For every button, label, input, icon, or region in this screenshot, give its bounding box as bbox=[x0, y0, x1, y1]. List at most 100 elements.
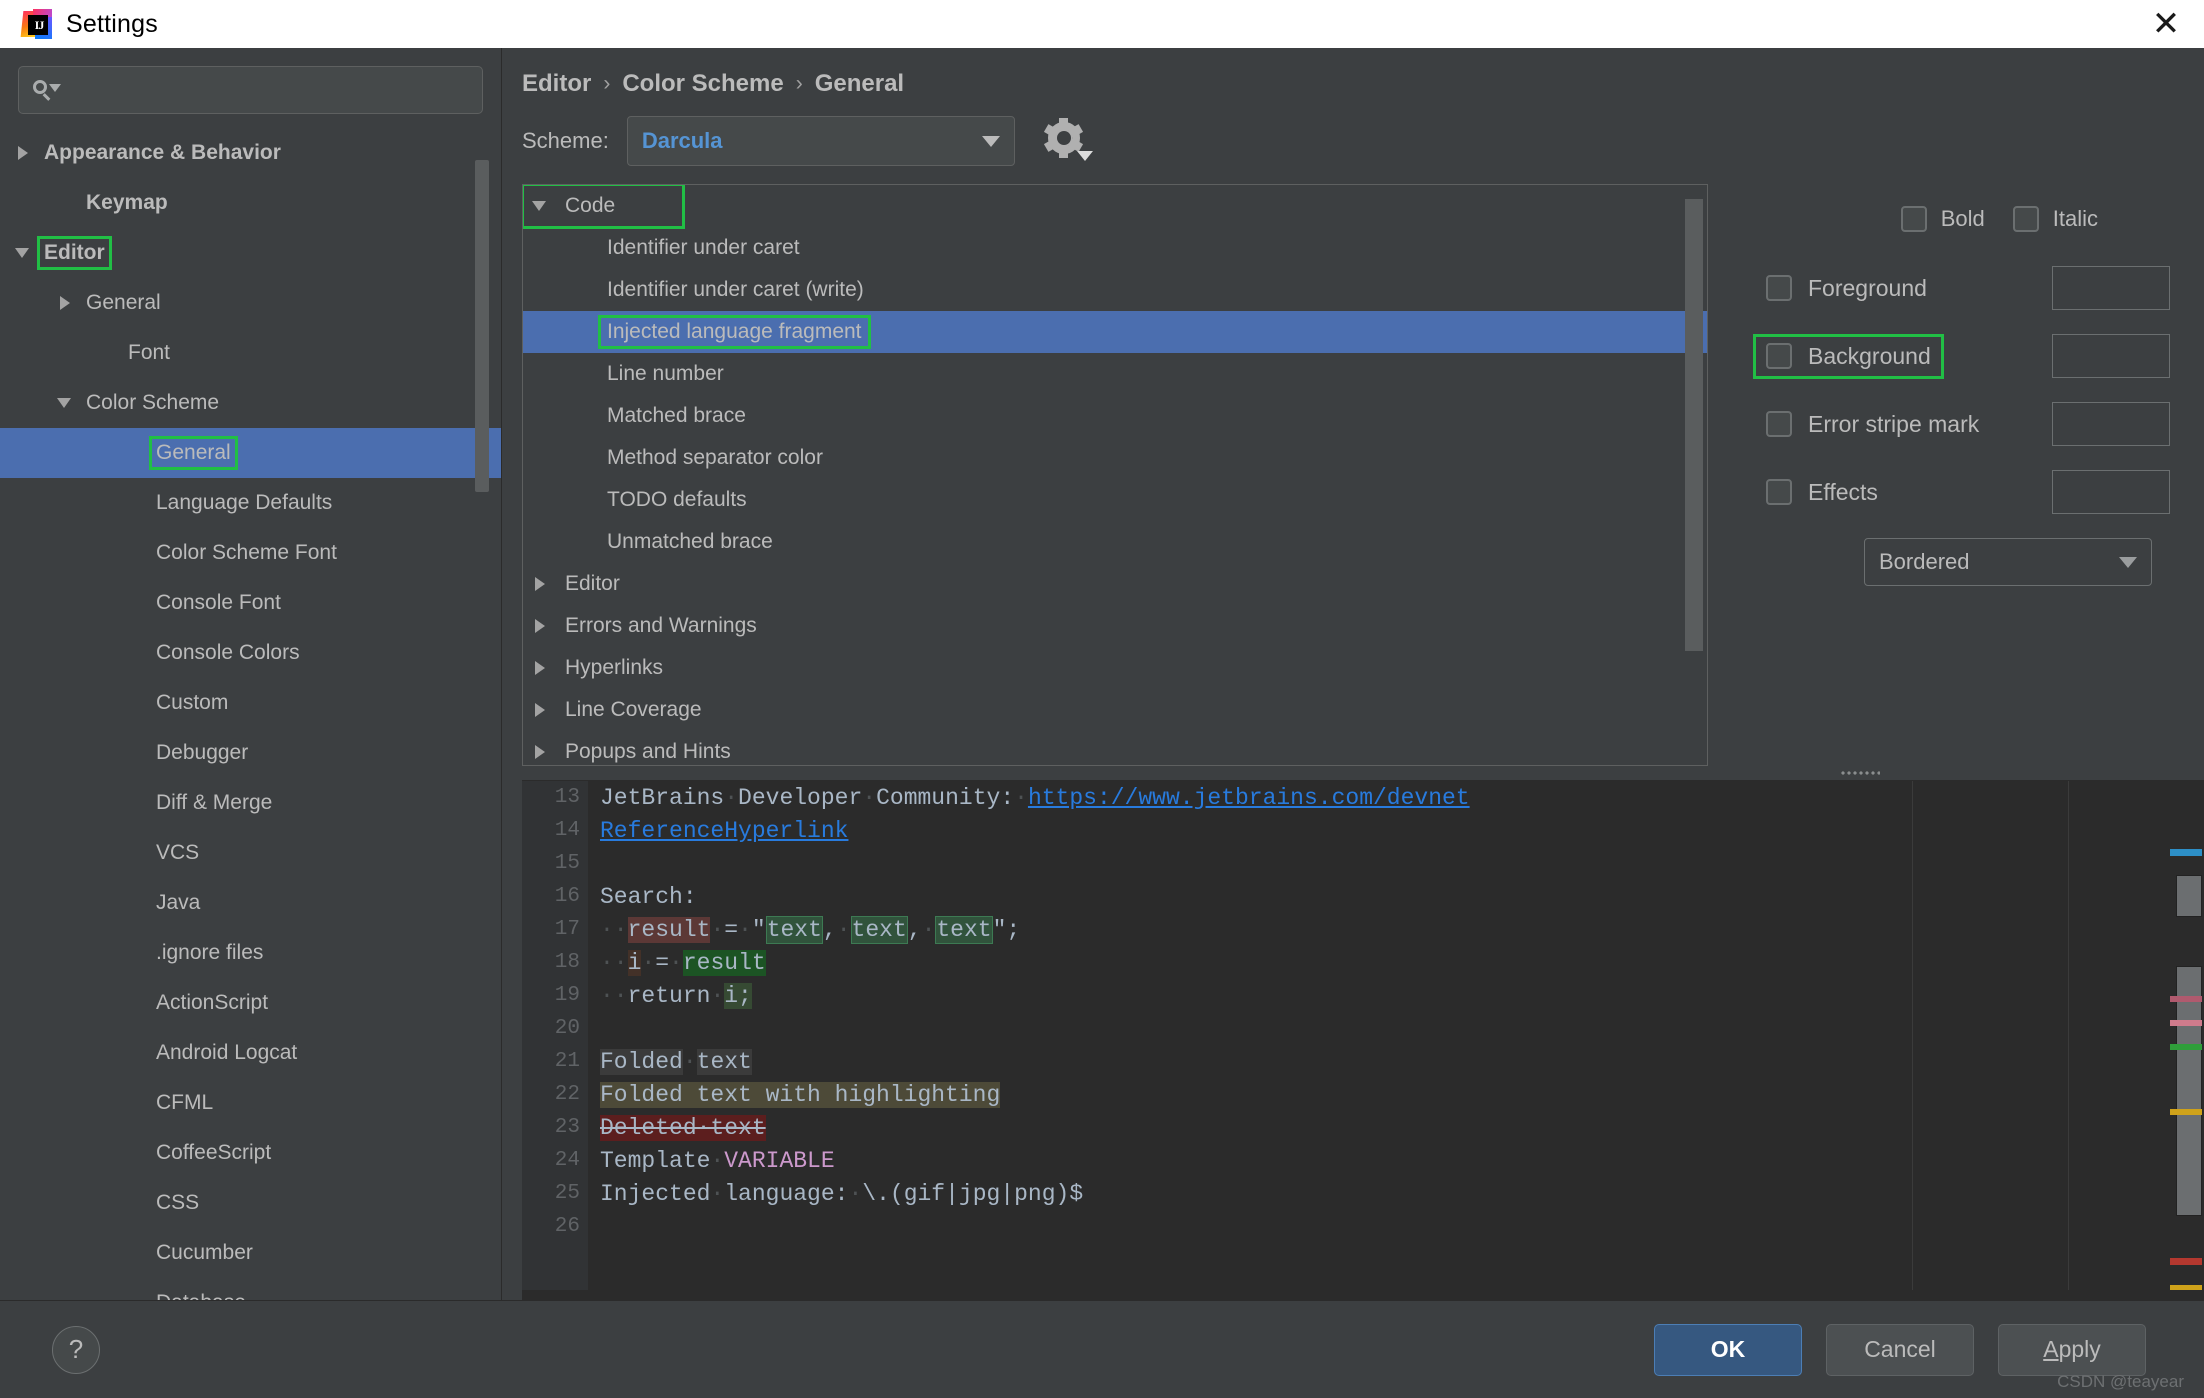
sidebar-item-label: CSS bbox=[156, 1191, 200, 1214]
sidebar-item-actionscript[interactable]: ActionScript bbox=[0, 978, 501, 1028]
error-stripe-bar[interactable] bbox=[2168, 781, 2204, 1300]
sidebar-item-ignore-files[interactable]: .ignore files bbox=[0, 928, 501, 978]
code-token: return bbox=[627, 982, 711, 1009]
sidebar-item-keymap[interactable]: Keymap bbox=[0, 178, 501, 228]
sidebar-item-console-font[interactable]: Console Font bbox=[0, 578, 501, 628]
breadcrumb-part[interactable]: General bbox=[815, 70, 904, 98]
sidebar-item-java[interactable]: Java bbox=[0, 878, 501, 928]
checkbox-box bbox=[2012, 206, 2039, 232]
color-tree-item-popups-and-hints[interactable]: Popups and Hints bbox=[523, 731, 1707, 765]
italic-checkbox[interactable]: Italic bbox=[2012, 206, 2098, 232]
color-tree-item-editor[interactable]: Editor bbox=[523, 563, 1707, 605]
scheme-select[interactable]: Darcula bbox=[626, 116, 1015, 166]
error-stripe-mark[interactable] bbox=[2170, 1258, 2202, 1265]
color-tree-item-hyperlinks[interactable]: Hyperlinks bbox=[523, 647, 1707, 689]
sidebar-item-language-defaults[interactable]: Language Defaults bbox=[0, 478, 501, 528]
color-tree-scrollbar-thumb[interactable] bbox=[1685, 199, 1703, 651]
code-token: VARIABLE bbox=[724, 1147, 835, 1174]
sidebar-tree: Appearance & Behavior Keymap Editor General… bbox=[0, 124, 501, 1300]
sidebar-item-custom[interactable]: Custom bbox=[0, 678, 501, 728]
sidebar-item-label: Font bbox=[128, 341, 171, 364]
ok-button[interactable]: OK bbox=[1654, 1323, 1802, 1376]
cancel-button[interactable]: Cancel bbox=[1826, 1323, 1974, 1376]
sidebar-item-label: Editor bbox=[37, 236, 112, 270]
color-tree-item-injected-language-fragment[interactable]: Injected language fragment bbox=[523, 311, 1707, 353]
preview-horizontal-scrollbar[interactable] bbox=[522, 1290, 2204, 1300]
close-icon[interactable]: ✕ bbox=[2146, 4, 2186, 44]
color-tree-item-code[interactable]: Code bbox=[523, 185, 685, 229]
color-tree-item-identifier-under-caret-write[interactable]: Identifier under caret (write) bbox=[523, 269, 1707, 311]
line-number: 18 bbox=[554, 951, 580, 974]
splitter[interactable] bbox=[502, 766, 2204, 780]
search-container bbox=[0, 48, 501, 124]
gear-icon[interactable] bbox=[1043, 118, 1093, 163]
color-tree-item-label: Identifier under caret bbox=[607, 236, 800, 259]
code-token: \.(gif|jpg|png)$ bbox=[862, 1180, 1084, 1207]
color-tree-item-matched-brace[interactable]: Matched brace bbox=[523, 395, 1707, 437]
sidebar-item-appearance-behavior[interactable]: Appearance & Behavior bbox=[0, 128, 501, 178]
color-tree-item-identifier-under-caret[interactable]: Identifier under caret bbox=[523, 227, 1707, 269]
sidebar-item-label: CoffeeScript bbox=[156, 1141, 272, 1164]
sidebar-item-font[interactable]: Font bbox=[0, 328, 501, 378]
color-tree-item-line-coverage[interactable]: Line Coverage bbox=[523, 689, 1707, 731]
sidebar-item-color-scheme-font[interactable]: Color Scheme Font bbox=[0, 528, 501, 578]
sidebar-item-database[interactable]: Database bbox=[0, 1278, 501, 1300]
effects-color-swatch[interactable] bbox=[2052, 470, 2170, 514]
sidebar-item-diff-merge[interactable]: Diff & Merge bbox=[0, 778, 501, 828]
search-input[interactable] bbox=[61, 78, 470, 102]
code-preview[interactable]: 13 JetBrains·Developer·Community:·https:/… bbox=[522, 780, 2204, 1300]
sidebar-item-general[interactable]: General bbox=[0, 428, 501, 478]
effect-type-select[interactable]: Bordered bbox=[1864, 538, 2152, 586]
code-line: 15 bbox=[555, 847, 2204, 880]
code-token: JetBrains bbox=[600, 784, 725, 811]
foreground-color-swatch[interactable] bbox=[2052, 266, 2170, 310]
sidebar-item-label: General bbox=[149, 436, 238, 470]
foreground-checkbox[interactable]: Foreground bbox=[1756, 269, 1937, 308]
color-tree-item-unmatched-brace[interactable]: Unmatched brace bbox=[523, 521, 1707, 563]
error-stripe-mark-color-swatch[interactable] bbox=[2052, 402, 2170, 446]
sidebar-item-console-colors[interactable]: Console Colors bbox=[0, 628, 501, 678]
color-tree-item-label: Line Coverage bbox=[565, 698, 702, 721]
color-tree-item-label: Popups and Hints bbox=[565, 740, 731, 763]
effects-checkbox[interactable]: Effects bbox=[1756, 473, 1888, 512]
color-tree-item-todo-defaults[interactable]: TODO defaults bbox=[523, 479, 1707, 521]
color-tree-item-errors-and-warnings[interactable]: Errors and Warnings bbox=[523, 605, 1707, 647]
sidebar-item-general[interactable]: General bbox=[0, 278, 501, 328]
background-checkbox[interactable]: Background bbox=[1753, 333, 1944, 379]
code-text: Folded·text bbox=[588, 1048, 752, 1075]
bold-checkbox[interactable]: Bold bbox=[1900, 206, 1985, 232]
sidebar-item-cfml[interactable]: CFML bbox=[0, 1078, 501, 1128]
help-icon[interactable]: ? bbox=[52, 1325, 100, 1374]
error-stripe-mark[interactable] bbox=[2170, 849, 2202, 856]
sidebar-item-editor[interactable]: Editor bbox=[0, 228, 501, 278]
breadcrumb-part[interactable]: Color Scheme bbox=[622, 70, 783, 98]
sidebar-item-color-scheme[interactable]: Color Scheme bbox=[0, 378, 501, 428]
color-tree-item-line-number[interactable]: Line number bbox=[523, 353, 1707, 395]
sidebar-item-debugger[interactable]: Debugger bbox=[0, 728, 501, 778]
color-tree-item-method-separator-color[interactable]: Method separator color bbox=[523, 437, 1707, 479]
error-stripe-mark[interactable] bbox=[2170, 996, 2202, 1002]
sidebar-item-cucumber[interactable]: Cucumber bbox=[0, 1228, 501, 1278]
preview-scrollbar-thumb-top[interactable] bbox=[2176, 875, 2202, 917]
background-color-swatch[interactable] bbox=[2052, 334, 2170, 378]
sidebar-item-android-logcat[interactable]: Android Logcat bbox=[0, 1028, 501, 1078]
code-token: result bbox=[627, 916, 711, 943]
apply-button[interactable]: Apply bbox=[1998, 1323, 2146, 1376]
breadcrumb-part[interactable]: Editor bbox=[522, 70, 591, 98]
error-stripe-mark[interactable] bbox=[2170, 1109, 2202, 1115]
code-line: 26 bbox=[555, 1210, 2204, 1243]
preview-scrollbar-thumb[interactable] bbox=[2176, 966, 2202, 1216]
code-token: · bbox=[724, 784, 739, 811]
search-box[interactable] bbox=[18, 66, 483, 114]
sidebar-item-coffeescript[interactable]: CoffeeScript bbox=[0, 1128, 501, 1178]
error-stripe-mark[interactable] bbox=[2170, 1044, 2202, 1050]
error-stripe-mark-checkbox[interactable]: Error stripe mark bbox=[1756, 405, 1989, 444]
code-line: 19 ··return·i; bbox=[555, 979, 2204, 1012]
sidebar-item-vcs[interactable]: VCS bbox=[0, 828, 501, 878]
splitter-grip-icon bbox=[1840, 770, 1880, 776]
checkbox-box bbox=[1766, 275, 1792, 301]
sidebar-item-label: ActionScript bbox=[156, 991, 269, 1014]
error-stripe-mark[interactable] bbox=[2170, 1020, 2202, 1026]
sidebar-item-css[interactable]: CSS bbox=[0, 1178, 501, 1228]
sidebar-scrollbar-thumb[interactable] bbox=[475, 160, 489, 492]
